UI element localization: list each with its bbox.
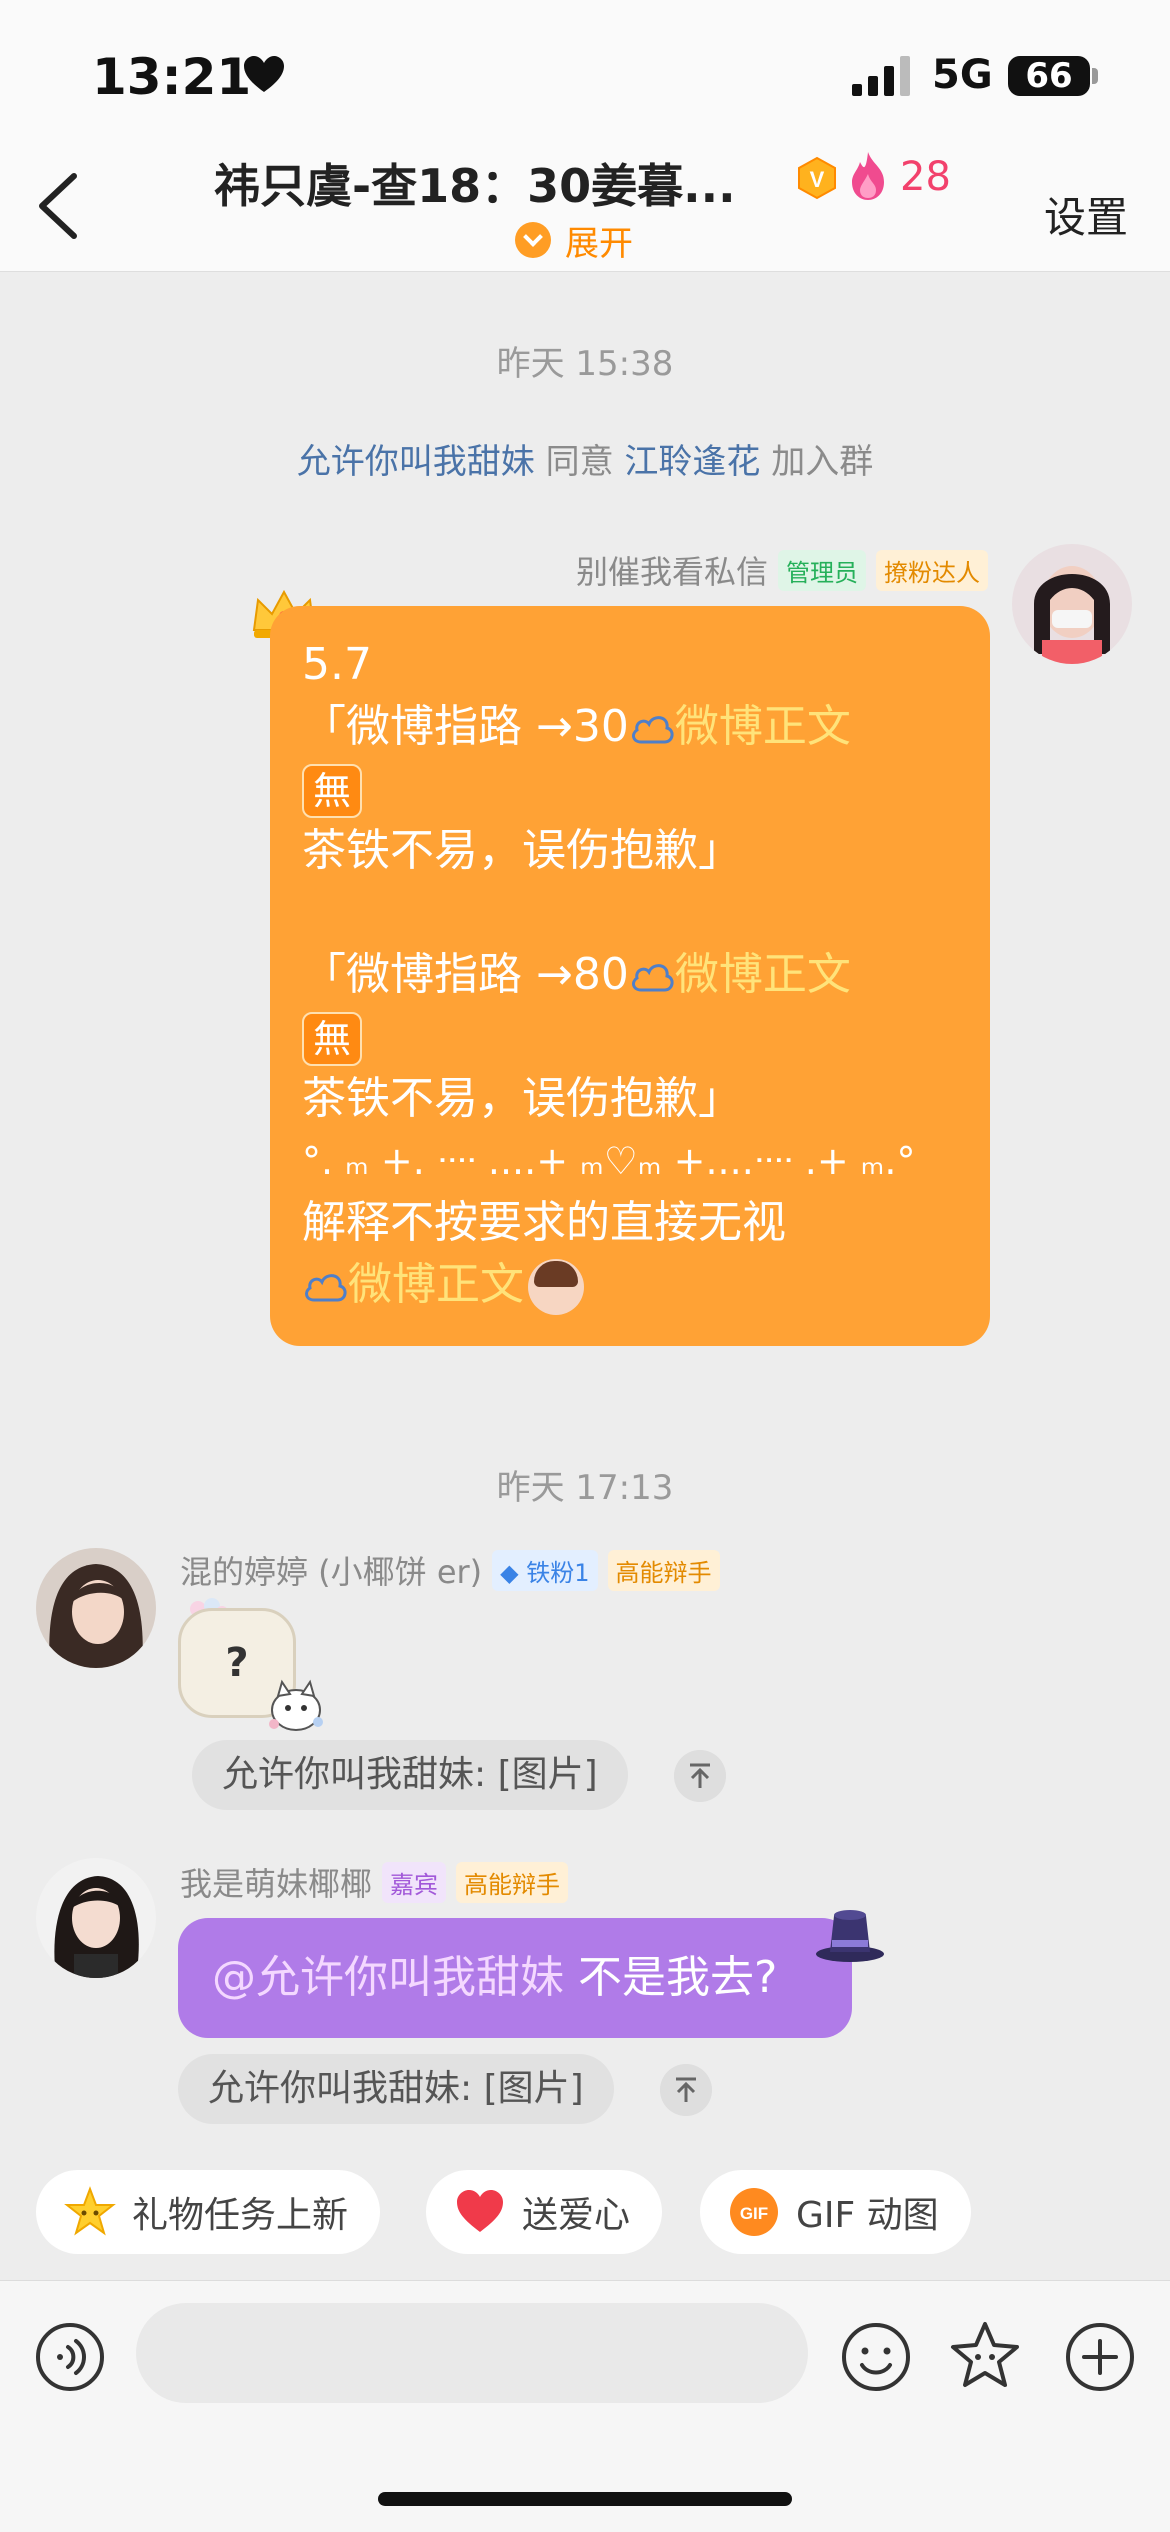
message-bubble[interactable]: 5.7 「微博指路 →30 微博正文 無 茶铁不易，误伤抱歉」 「微博指路 →80… bbox=[270, 606, 990, 1346]
message-line: 5.7 bbox=[302, 639, 372, 690]
guest-tag: 嘉宾 bbox=[382, 1861, 447, 1903]
message-line: 茶铁不易，误伤抱歉」 bbox=[302, 1073, 742, 1124]
wu-badge: 無 bbox=[302, 1012, 362, 1066]
member-count: 28 bbox=[900, 154, 951, 200]
message-line: 茶铁不易，误伤抱歉」 bbox=[302, 825, 742, 876]
top-bar: 13:21 5G 66 祎只虞-查18：30姜暮... V 28 展开 设置 bbox=[0, 0, 1170, 272]
debater-tag: 高能辩手 bbox=[607, 1549, 720, 1591]
sender-name[interactable]: 别催我看私信 bbox=[576, 547, 768, 593]
chip-label: 送爱心 bbox=[522, 2195, 631, 2236]
message-line: 無 bbox=[302, 758, 958, 820]
network-type: 5G bbox=[932, 52, 993, 98]
chat-title[interactable]: 祎只虞-查18：30姜暮... bbox=[214, 150, 786, 216]
quoted-reply[interactable]: 允许你叫我甜妹: [图片] bbox=[192, 1740, 628, 1810]
sender-name[interactable]: 我是萌妹椰椰 bbox=[180, 1859, 372, 1905]
pin-top-icon[interactable] bbox=[660, 2064, 712, 2116]
sender-row: 别催我看私信 管理员 撩粉达人 bbox=[576, 547, 988, 593]
quoted-reply[interactable]: 允许你叫我甜妹: [图片] bbox=[178, 2054, 614, 2124]
weibo-link[interactable]: 微博正文 bbox=[348, 1259, 524, 1310]
battery-icon: 66 bbox=[1008, 56, 1090, 96]
chevron-down-icon bbox=[515, 222, 551, 258]
expand-button[interactable]: 展开 bbox=[515, 218, 633, 264]
svg-text:GIF: GIF bbox=[740, 2204, 768, 2223]
decorative-line: °. ₘ +. ᐧᐧᐧᐧ ....+ ₘ♡ₘ +....ᐧᐧᐧᐧ .+ ₘ.° bbox=[302, 1139, 916, 1183]
avatar[interactable] bbox=[36, 1858, 156, 1978]
cloud-icon bbox=[631, 964, 674, 992]
settings-button[interactable]: 设置 bbox=[1044, 184, 1128, 245]
system-text: 同意 bbox=[545, 442, 614, 482]
sender-name[interactable]: 混的婷婷 (小椰饼 er) bbox=[180, 1547, 482, 1593]
message-line: 微博正文 bbox=[302, 1254, 958, 1316]
weibo-link[interactable]: 微博正文 bbox=[675, 949, 851, 1000]
message-bubble[interactable]: @允许你叫我甜妹 不是我去? bbox=[178, 1918, 852, 2038]
sender-row: 混的婷婷 (小椰饼 er) ◆ 铁粉1 高能辩手 bbox=[180, 1547, 720, 1593]
avatar[interactable] bbox=[36, 1548, 156, 1668]
chip-label: GIF 动图 bbox=[796, 2195, 939, 2236]
system-text: 加入群 bbox=[771, 442, 874, 482]
signal-icon bbox=[852, 56, 910, 96]
flame-icon bbox=[852, 152, 884, 200]
invitee-name[interactable]: 江聆逢花 bbox=[624, 442, 760, 482]
timestamp: 昨天 17:13 bbox=[496, 1468, 674, 1508]
heart-icon bbox=[457, 2190, 503, 2232]
mention-link[interactable]: @允许你叫我甜妹 bbox=[212, 1952, 564, 2003]
message-line: 無 bbox=[302, 1006, 958, 1068]
back-chevron-icon[interactable] bbox=[30, 168, 90, 244]
heart-icon bbox=[244, 56, 284, 92]
cloud-icon bbox=[305, 1274, 347, 1302]
inviter-name[interactable]: 允许你叫我甜妹 bbox=[297, 442, 535, 482]
status-time: 13:21 bbox=[92, 48, 252, 106]
message-text: 「微博指路 →80 bbox=[302, 949, 629, 1000]
debater-tag: 高能辩手 bbox=[456, 1861, 569, 1903]
system-message: 允许你叫我甜妹 同意 江聆逢花 加入群 bbox=[0, 434, 1170, 483]
iron-fan-tag: ◆ 铁粉1 bbox=[492, 1549, 598, 1591]
expand-label: 展开 bbox=[565, 223, 633, 264]
sticker-star-icon[interactable] bbox=[948, 2319, 1022, 2393]
star-icon bbox=[64, 2186, 116, 2236]
send-love-button[interactable]: 送爱心 bbox=[426, 2170, 663, 2254]
top-hat-icon bbox=[816, 1910, 884, 1962]
plus-icon[interactable] bbox=[1064, 2321, 1136, 2393]
emoji-icon[interactable] bbox=[840, 2321, 912, 2393]
message-line: 解释不按要求的直接无视 bbox=[302, 1197, 786, 1248]
gift-task-button[interactable]: 礼物任务上新 bbox=[36, 2170, 381, 2254]
gif-button[interactable]: GIF GIF 动图 bbox=[700, 2170, 971, 2254]
chip-label: 礼物任务上新 bbox=[132, 2195, 349, 2236]
sender-row: 我是萌妹椰椰 嘉宾 高能辩手 bbox=[180, 1859, 569, 1905]
message-text: 「微博指路 →30 bbox=[302, 701, 629, 752]
home-indicator[interactable] bbox=[378, 2492, 792, 2506]
gif-icon: GIF bbox=[730, 2188, 778, 2236]
timestamp: 昨天 15:38 bbox=[496, 344, 674, 384]
svg-text:V: V bbox=[810, 167, 825, 192]
fan-tag: 撩粉达人 bbox=[876, 549, 988, 591]
wu-badge: 無 bbox=[302, 764, 362, 818]
message-input[interactable] bbox=[136, 2303, 808, 2403]
message-text: 不是我去? bbox=[564, 1952, 778, 2003]
admin-tag: 管理员 bbox=[778, 549, 866, 591]
weibo-link[interactable]: 微博正文 bbox=[675, 701, 851, 752]
message-line: 「微博指路 →30 微博正文 bbox=[302, 696, 958, 758]
vip-badge-icon: V bbox=[798, 156, 836, 200]
message-line: 「微博指路 →80 微博正文 bbox=[302, 944, 958, 1006]
battery-tip bbox=[1092, 68, 1098, 84]
girl-emoji-icon bbox=[528, 1259, 584, 1315]
avatar[interactable] bbox=[1012, 544, 1132, 664]
cat-decoration-icon bbox=[269, 1679, 323, 1731]
cloud-icon bbox=[631, 716, 674, 744]
voice-icon[interactable] bbox=[34, 2321, 106, 2393]
pin-top-icon[interactable] bbox=[674, 1750, 726, 1802]
